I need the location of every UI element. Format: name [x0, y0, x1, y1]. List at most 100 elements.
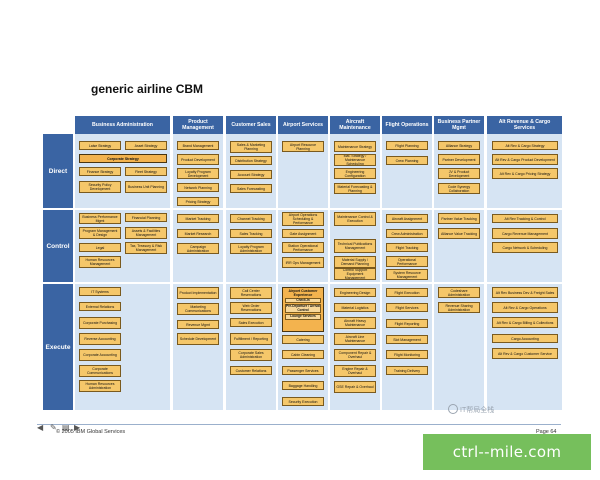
capability-box: Material Forecasting & Planning	[334, 183, 376, 194]
capability-box: Product Development	[177, 154, 219, 165]
capability-box: Aircraft Assignment	[386, 214, 428, 223]
capability-box: Fulfillment / Reporting	[230, 333, 272, 345]
capability-box: Brand Management	[177, 141, 219, 150]
capability-box: Catering	[282, 335, 324, 344]
capability-box: Network Planning	[177, 183, 219, 192]
capability-box: Pricing Strategy	[177, 197, 219, 206]
capability-box: Flight Services	[386, 303, 428, 312]
capability-box: Baggage Handling	[282, 381, 324, 390]
capability-box: Asset Strategy	[125, 141, 167, 150]
capability-box: Cabin Cleaning	[282, 350, 324, 359]
capability-box: Crew Planning	[386, 156, 428, 165]
column-header-airport-services: Airport Services	[278, 116, 328, 134]
capability-box: Business Performance Mgmt	[79, 213, 121, 224]
capability-box: Financial Planning	[125, 213, 167, 222]
capability-box: Training Delivery	[386, 366, 428, 375]
capability-box: Security Policy Development	[79, 181, 121, 193]
capability-box: Revenue Sharing Administration	[438, 302, 480, 313]
capability-box: Corporate Accounting	[79, 349, 121, 361]
capability-box: Cargo Accounting	[492, 334, 558, 343]
capability-box: Revenue Mgmt	[177, 320, 219, 329]
capability-box: Sales & Marketing Planning	[230, 141, 272, 153]
capability-box: Alt Rev & Cargo Billing & Collections	[492, 317, 558, 328]
capability-box: Codeshare Administration	[438, 287, 480, 298]
capability-box: Alt Rev Tracking & Control	[492, 214, 558, 223]
capability-box: Alt Rev Business Dev & Freight Sales	[492, 287, 558, 298]
capability-box: Airport Resource Planning	[282, 141, 324, 152]
capability-box: Fleet Strategy	[125, 167, 167, 176]
capability-box: Sales Execution	[230, 318, 272, 327]
capability-box: Alt Rev & Cargo Pricing Strategy	[492, 168, 558, 179]
capability-box: Alt Rev & Cargo Product Development	[492, 154, 558, 165]
capability-box: Corporate Sales Administration	[230, 349, 272, 361]
capability-box: Partner Development	[438, 154, 480, 165]
wechat-icon	[448, 404, 458, 414]
column-header-alt-revenue: Alt Revenue & Cargo Services	[487, 116, 562, 134]
capability-box: Alt Rev & Cargo Operations	[492, 302, 558, 313]
capability-box: Loyalty Program Administration	[230, 243, 272, 254]
capability-box: Operational Performance	[386, 256, 428, 267]
capability-box: Corporate Purchasing	[79, 317, 121, 329]
capability-box: Human Resources Administration	[79, 380, 121, 392]
capability-box: Aircraft Line Maintenance	[334, 333, 376, 345]
capability-box: Cargo Network & Scheduling	[492, 242, 558, 253]
capability-box: Alt Rev & Cargo Customer Service	[492, 348, 558, 359]
capability-box: Material Logistics	[334, 303, 376, 312]
capability-box: Flight Monitoring	[386, 350, 428, 359]
capability-box: Flight Execution	[386, 288, 428, 297]
column-header-flight-operations: Flight Operations	[382, 116, 432, 134]
capability-box: Finance Strategy	[79, 167, 121, 176]
capability-box: Slot Management	[386, 335, 428, 344]
capability-box: Lalse Strategy	[79, 141, 121, 150]
column-header-business-partner-mgmt: Business Partner Mgmt	[434, 116, 484, 134]
capability-box: Sales Forecasting	[230, 184, 272, 193]
capability-box: External Relations	[79, 302, 121, 311]
capability-box: Market Research	[177, 229, 219, 238]
row-header-execute: Execute	[43, 284, 73, 410]
capability-box: Corporate Communications	[79, 365, 121, 377]
capability-box: Airport Operations Scheduling & Performa…	[282, 212, 324, 226]
column-header-aircraft-maintenance: Aircraft Maintenance	[330, 116, 380, 134]
back-arrow-icon[interactable]: ◀	[37, 423, 43, 432]
capability-box: Customer Relations	[230, 366, 272, 375]
capability-box: Schedule Development	[177, 333, 219, 345]
capability-box: Call Center Reservations	[230, 287, 272, 299]
capability-box: IT Systems	[79, 287, 121, 296]
capability-box: Engine Repair & Overhaul	[334, 365, 376, 377]
column-header-product-management: Product Management	[173, 116, 223, 134]
capability-box: Security Execution	[282, 397, 324, 406]
capability-box: Campaign Administration	[177, 243, 219, 254]
capability-box: IRR Ops Management	[282, 257, 324, 268]
row-separator	[43, 282, 562, 284]
capability-box: Alliance Strategy	[438, 141, 480, 150]
capability-box: Maintenance Strategy	[334, 141, 376, 152]
capability-box: Station Operational Performance	[282, 242, 324, 253]
capability-box: Corporate Strategy	[79, 154, 167, 163]
capability-box: GSE Repair & Overhaul	[334, 381, 376, 393]
capability-box: Alt Rev & Cargo Strategy	[492, 141, 558, 150]
row-header-control: Control	[43, 210, 73, 282]
capability-box: Assets & Facilities Management	[125, 227, 167, 239]
capability-box: Human Resources Management	[79, 256, 121, 268]
capability-box: Passenger Services	[282, 366, 324, 375]
capability-box: Distribution Strategy	[230, 156, 272, 165]
capability-box: Alliance Value Tracking	[438, 228, 480, 239]
capability-box: Aircraft Heavy Maintenance	[334, 317, 376, 329]
capability-box: Account Strategy	[230, 170, 272, 179]
capability-box: Engineering Configuration	[334, 168, 376, 179]
capability-box: System Resource Management	[386, 269, 428, 280]
capability-box: Maintenance Control & Execution	[334, 212, 376, 226]
capability-box: Marketing Communications	[177, 303, 219, 315]
site-badge: ctrl--mile.com	[423, 434, 591, 470]
capability-box: Engineering Design	[334, 288, 376, 297]
row-header-direct: Direct	[43, 134, 73, 208]
capability-box: Mat. Strategy / Maintenance Scheduling	[334, 154, 376, 166]
capability-box: Flight Reporting	[386, 319, 428, 328]
capability-box: Pre-Departure / Arrival Control	[285, 304, 321, 314]
capability-box: Channel Tracking	[230, 214, 272, 223]
capability-box: Legal	[79, 243, 121, 252]
capability-box: Control Support Equipment Management	[334, 268, 376, 280]
capability-box: Flight Planning	[386, 141, 428, 150]
capability-group-title: Airport Customer Experience	[288, 289, 318, 297]
capability-box: Reverse Accounting	[79, 333, 121, 345]
